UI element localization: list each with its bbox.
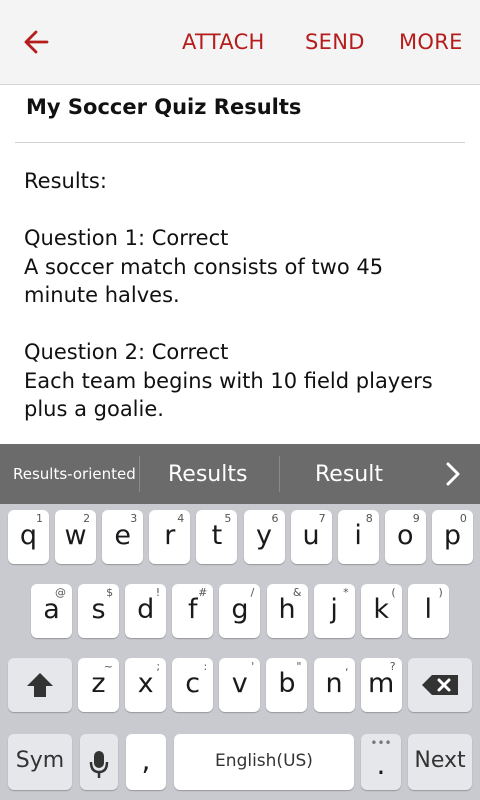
attach-button[interactable]: ATTACH — [182, 30, 265, 54]
body-line: Results: — [24, 169, 107, 193]
key-label: c — [185, 668, 201, 699]
suggestion-item[interactable]: Results-oriented — [13, 444, 136, 504]
key-label: u — [302, 520, 320, 551]
next-key[interactable]: Next — [408, 734, 472, 790]
body-line: A soccer match consists of two 45 — [24, 254, 384, 279]
body-line: minute halves. — [24, 283, 180, 307]
key-label: f — [188, 594, 198, 625]
sym-key[interactable]: Sym — [8, 734, 72, 790]
key-label: w — [64, 520, 87, 551]
key-label: n — [325, 668, 343, 699]
key-o[interactable]: 9o — [384, 510, 426, 564]
suggestion-strip: Results-oriented Results Result — [0, 444, 480, 504]
period-key[interactable]: •••. — [361, 734, 401, 790]
suggestion-divider — [139, 456, 140, 492]
key-label: h — [278, 594, 296, 625]
keyboard: 1 q 2 w 3 e 4 r 5 t 6 y 7 u 8 i 9 o 0 p @ a $ s! d # f / g & h * j(k) l ~ z… — [0, 504, 480, 800]
key-label: t — [211, 520, 223, 551]
key-label: , — [141, 744, 151, 777]
subject-field[interactable]: My Soccer Quiz Results — [26, 95, 301, 119]
key-label: Sym — [15, 748, 65, 773]
key-label: x — [137, 668, 154, 699]
key-label: s — [91, 594, 106, 625]
message-body-field[interactable]: Results: Question 1: Correct A soccer ma… — [24, 167, 444, 424]
key-m[interactable]: ? m — [360, 658, 402, 712]
body-line: plus a goalie. — [24, 397, 164, 421]
suggestion-item[interactable]: Result — [315, 444, 383, 504]
key-t[interactable]: 5t — [196, 510, 238, 564]
key-r[interactable]: 4r — [149, 510, 191, 564]
shift-arrow-icon — [27, 673, 53, 697]
suggestion-item[interactable]: Results — [168, 444, 247, 504]
key-label: i — [354, 520, 362, 551]
key-g[interactable]: / g — [219, 584, 261, 638]
body-blank-line — [24, 196, 444, 225]
comma-key[interactable]: , — [126, 734, 166, 790]
key-u[interactable]: 7u — [290, 510, 332, 564]
key-n[interactable]: ,n — [313, 658, 355, 712]
action-bar: ATTACH SEND MORE — [0, 0, 480, 85]
key-label: English(US) — [215, 751, 313, 771]
back-button[interactable] — [14, 22, 58, 62]
key-x[interactable]: ; x — [125, 658, 167, 712]
body-line: Question 2: Correct — [24, 340, 229, 364]
key-f[interactable]: # f — [172, 584, 214, 638]
key-label: Next — [414, 748, 466, 773]
body-blank-line — [24, 310, 444, 339]
key-label: v — [231, 668, 248, 699]
key-q[interactable]: 1q — [8, 510, 49, 564]
key-label: d — [137, 594, 155, 625]
key-label: o — [397, 520, 414, 551]
more-button[interactable]: MORE — [399, 30, 463, 54]
key-label: a — [43, 594, 60, 625]
key-label: j — [330, 594, 338, 625]
key-d[interactable]: ! d — [125, 584, 167, 638]
key-label: m — [367, 668, 395, 699]
microphone-icon — [89, 751, 109, 778]
key-label: l — [424, 594, 433, 625]
key-b[interactable]: " b — [266, 658, 308, 712]
key-v[interactable]: ' v — [219, 658, 261, 712]
key-c[interactable]: :c — [172, 658, 214, 712]
key-label: q — [19, 520, 38, 551]
key-e[interactable]: 3e — [102, 510, 144, 564]
microphone-key[interactable] — [80, 734, 118, 790]
suggestion-divider — [279, 456, 280, 492]
key-label: . — [376, 748, 386, 781]
key-label: p — [443, 520, 461, 551]
arrow-left-icon — [24, 30, 49, 54]
subject-divider — [15, 142, 465, 143]
key-label: r — [164, 520, 176, 551]
key-z[interactable]: ~ z — [78, 658, 119, 712]
shift-key[interactable] — [8, 658, 72, 712]
backspace-icon — [422, 675, 458, 695]
backspace-key[interactable] — [408, 658, 472, 712]
space-key[interactable]: English(US) — [174, 734, 354, 790]
key-w[interactable]: 2w — [55, 510, 97, 564]
key-s[interactable]: $ s — [78, 584, 120, 638]
key-label: y — [256, 520, 272, 551]
key-k[interactable]: (k — [360, 584, 402, 638]
key-label: k — [373, 594, 389, 625]
key-label: g — [231, 594, 249, 625]
key-l[interactable]: ) l — [407, 584, 449, 638]
key-a[interactable]: @ a — [31, 584, 72, 638]
key-p[interactable]: 0p — [431, 510, 473, 564]
chevron-right-icon[interactable] — [440, 458, 466, 490]
body-line: Each team begins with 10 field players — [24, 368, 433, 393]
key-y[interactable]: 6y — [243, 510, 285, 564]
key-label: z — [91, 668, 106, 699]
key-label: e — [114, 520, 131, 551]
key-h[interactable]: & h — [266, 584, 308, 638]
send-button[interactable]: SEND — [305, 30, 365, 54]
key-i[interactable]: 8i — [337, 510, 379, 564]
key-label: b — [278, 668, 296, 699]
key-j[interactable]: * j — [313, 584, 355, 638]
body-line: Question 1: Correct — [24, 226, 229, 250]
